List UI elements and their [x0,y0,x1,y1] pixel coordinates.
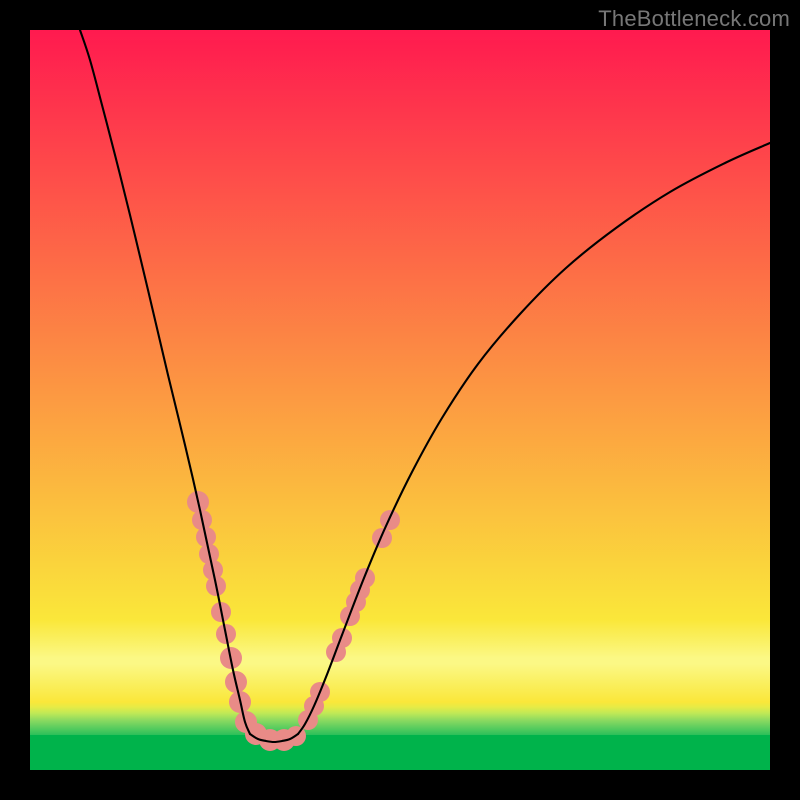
scatter-dot-25 [372,528,392,548]
plot-area [30,30,770,770]
curve-left-branch [80,30,250,734]
scatter-dot-20 [332,628,352,648]
curve-right-branch [298,143,770,734]
watermark-text: TheBottleneck.com [598,6,790,32]
curve-overlay [30,30,770,770]
outer-frame: TheBottleneck.com [0,0,800,800]
scatter-dot-26 [380,510,400,530]
